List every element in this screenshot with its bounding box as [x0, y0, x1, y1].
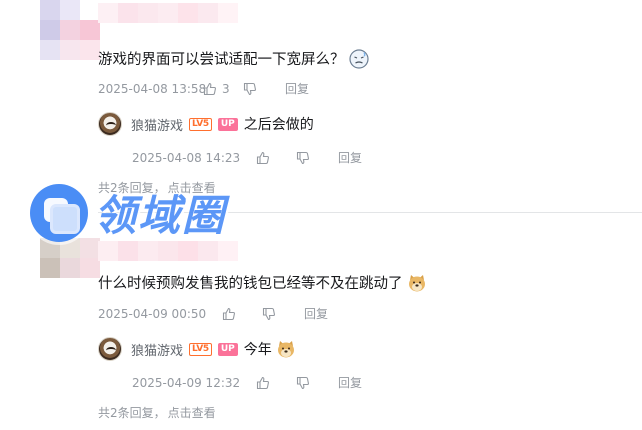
comment-meta: 2025-04-09 00:50 回复	[98, 305, 328, 322]
sub-reply: 狼猫游戏 LV5 UP 今年	[98, 337, 296, 361]
thumbs-up-icon	[256, 376, 269, 389]
watermark-text: 领域圈	[94, 191, 227, 240]
like-button[interactable]	[222, 307, 262, 321]
reply-meta: 2025-04-08 14:23 回复	[132, 149, 362, 166]
reply-content: 今年	[244, 339, 296, 359]
blurred-username	[98, 241, 238, 261]
reply-timestamp: 2025-04-09 12:32	[132, 375, 241, 390]
level-badge: LV5	[189, 117, 212, 131]
thumbs-up-icon	[222, 307, 235, 320]
avatar[interactable]	[98, 337, 122, 361]
avatar[interactable]	[98, 112, 122, 136]
up-badge: UP	[217, 342, 238, 356]
thumbs-down-icon	[243, 82, 256, 95]
like-count: 3	[222, 81, 230, 96]
doge-emoji-icon	[408, 274, 425, 291]
doge-emoji-icon	[277, 341, 294, 358]
comment-content: 游戏的界面可以尝试适配一下宽屏么？	[98, 52, 345, 68]
view-more-replies: 共2条回复， 点击查看	[98, 404, 216, 421]
reply-button[interactable]: 回复	[285, 80, 309, 97]
like-button[interactable]	[256, 376, 296, 390]
comment-content: 什么时候预购发售我的钱包已经等不及在跳动了	[98, 276, 403, 292]
level-badge: LV5	[189, 342, 212, 356]
like-button[interactable]	[256, 151, 296, 165]
comment-text: 游戏的界面可以尝试适配一下宽屏么？	[98, 48, 369, 69]
thumbs-up-icon	[203, 82, 216, 95]
sub-reply: 狼猫游戏 LV5 UP 之后会做的	[98, 112, 314, 136]
thumbs-down-icon	[262, 307, 275, 320]
dislike-button[interactable]	[296, 376, 338, 390]
reply-button[interactable]: 回复	[338, 374, 362, 391]
dislike-button[interactable]	[262, 307, 304, 321]
like-button[interactable]: 3	[203, 82, 243, 96]
reply-username[interactable]: 狼猫游戏	[131, 115, 183, 134]
comment-timestamp: 2025-04-08 13:58	[98, 81, 207, 96]
comment-timestamp: 2025-04-09 00:50	[98, 306, 207, 321]
reply-username[interactable]: 狼猫游戏	[131, 340, 183, 359]
reply-content: 之后会做的	[243, 117, 314, 133]
watermark-logo-icon	[30, 183, 88, 242]
thumbs-down-icon	[296, 151, 309, 164]
comment-meta: 2025-04-08 13:58 3 回复	[98, 80, 309, 97]
view-replies-link[interactable]: 点击查看	[168, 406, 216, 420]
reply-button[interactable]: 回复	[304, 305, 328, 322]
dislike-button[interactable]	[296, 151, 338, 165]
thumbs-down-icon	[296, 376, 309, 389]
reply-timestamp: 2025-04-08 14:23	[132, 150, 241, 165]
sweat-face-emoji-icon	[348, 48, 369, 69]
watermark: 领域圈	[30, 182, 226, 243]
reply-button[interactable]: 回复	[338, 149, 362, 166]
up-badge: UP	[217, 117, 238, 131]
thumbs-up-icon	[256, 151, 269, 164]
blurred-username	[98, 3, 238, 23]
reply-meta: 2025-04-09 12:32 回复	[132, 374, 362, 391]
reply-count-text: 共2条回复，	[98, 406, 166, 420]
dislike-button[interactable]	[243, 82, 285, 96]
comment-text: 什么时候预购发售我的钱包已经等不及在跳动了	[98, 272, 427, 293]
reply-text: 今年	[243, 342, 272, 358]
